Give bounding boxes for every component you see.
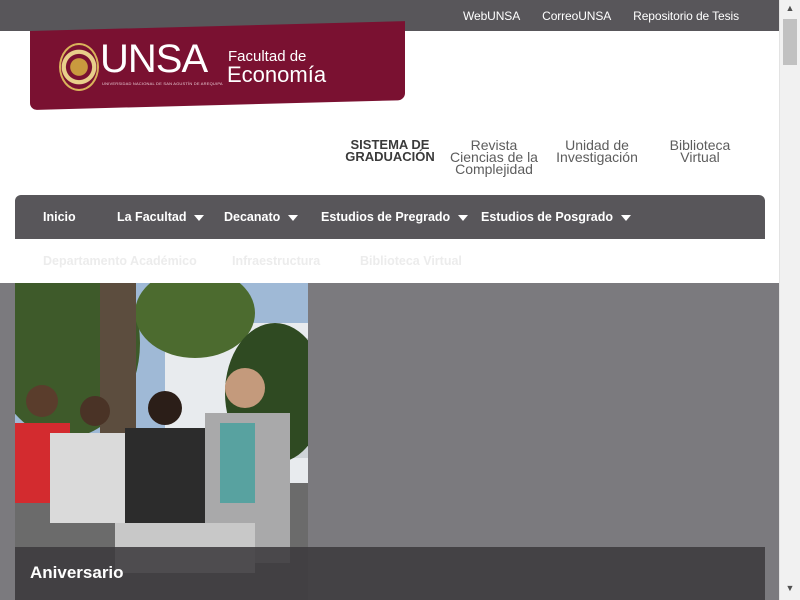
secnav-sistema-graduacion[interactable]: SISTEMA DE GRADUACIÓN	[340, 138, 440, 164]
link-repositorio-tesis[interactable]: Repositorio de Tesis	[633, 9, 739, 23]
faculty-name-line2: Economía	[227, 62, 327, 87]
nav-biblioteca-virtual[interactable]: Biblioteca Virtual	[360, 239, 462, 283]
nav-label: Decanato	[224, 210, 281, 224]
nav-inicio[interactable]: Inicio	[43, 195, 76, 239]
secnav-revista[interactable]: Revista Ciencias de la Complejidad	[446, 138, 542, 177]
caret-down-icon	[194, 214, 205, 221]
logo[interactable]: UNSA UNIVERSIDAD NACIONAL DE SAN AGUSTÍN…	[30, 31, 405, 106]
vertical-scrollbar[interactable]: ▲ ▼	[779, 0, 800, 600]
top-links: WebUNSA CorreoUNSA Repositorio de Tesis	[463, 0, 739, 31]
nav-departamento-academico[interactable]: Departamento Académico	[43, 239, 197, 283]
caret-down-icon	[458, 214, 469, 221]
secnav-label-line: Virtual	[680, 149, 720, 165]
nav-label: Estudios de Pregrado	[321, 210, 451, 224]
nav-label: Estudios de Posgrado	[481, 210, 613, 224]
nav-label: La Facultad	[117, 210, 187, 224]
university-seal-icon	[59, 43, 99, 91]
nav-label: Inicio	[43, 210, 76, 224]
scroll-down-arrow-icon[interactable]: ▼	[780, 580, 800, 596]
main-nav-subrow: Departamento Académico Infraestructura B…	[15, 239, 779, 283]
nav-estudios-posgrado[interactable]: Estudios de Posgrado	[481, 195, 631, 239]
secnav-biblioteca-virtual[interactable]: Biblioteca Virtual	[652, 138, 748, 165]
brand-subtitle: UNIVERSIDAD NACIONAL DE SAN AGUSTÍN DE A…	[102, 81, 223, 86]
secnav-label-line: Complejidad	[455, 161, 533, 177]
brand-name: UNSA	[100, 37, 208, 81]
caret-down-icon	[620, 214, 631, 221]
hero-caption-title[interactable]: Aniversario	[30, 563, 124, 583]
nav-la-facultad[interactable]: La Facultad	[117, 195, 205, 239]
scroll-thumb[interactable]	[783, 19, 797, 65]
secnav-label-line: GRADUACIÓN	[345, 149, 435, 164]
link-webunsa[interactable]: WebUNSA	[463, 9, 520, 23]
hero-caption: Aniversario	[15, 547, 765, 600]
scroll-up-arrow-icon[interactable]: ▲	[780, 0, 800, 16]
secnav-label-line: Investigación	[556, 149, 638, 165]
caret-down-icon	[288, 214, 299, 221]
main-nav: Inicio La Facultad Decanato Estudios de …	[15, 195, 765, 239]
nav-decanato[interactable]: Decanato	[224, 195, 299, 239]
nav-infraestructura[interactable]: Infraestructura	[232, 239, 320, 283]
link-correounsa[interactable]: CorreoUNSA	[542, 9, 611, 23]
nav-estudios-pregrado[interactable]: Estudios de Pregrado	[321, 195, 469, 239]
secnav-unidad-investigacion[interactable]: Unidad de Investigación	[549, 138, 645, 165]
